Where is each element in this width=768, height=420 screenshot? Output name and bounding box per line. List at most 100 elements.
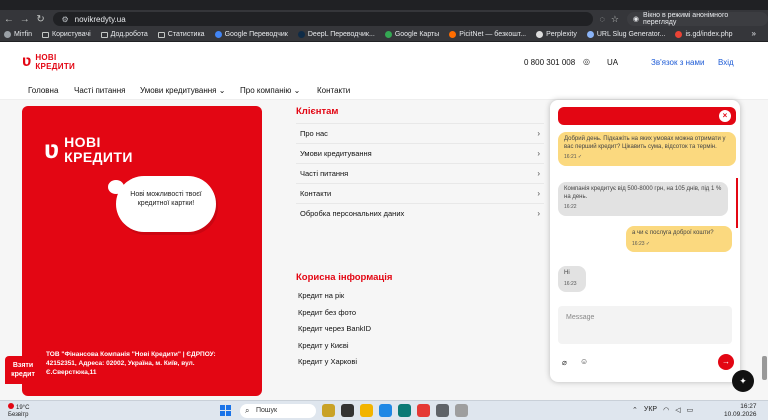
bookmark-item[interactable]: is.gd/index.php xyxy=(675,31,733,38)
chat-message: Hi 16:23 xyxy=(558,266,586,292)
weather-widget[interactable]: 19°C Безвітр xyxy=(8,403,29,419)
incognito-icon: ◉ xyxy=(632,16,640,23)
take-credit-button[interactable]: Взяти кредит xyxy=(5,356,41,384)
chevron-right-icon: › xyxy=(537,129,540,138)
chat-message: а чи є послуга доброї кошти? 16:23 ✓ xyxy=(626,226,732,252)
nav-contacts[interactable]: Контакти xyxy=(317,86,350,95)
send-button[interactable]: → xyxy=(718,354,734,370)
chat-message: Компанія кредитує від 500-8000 грн, на 1… xyxy=(558,182,728,216)
windows-start-icon[interactable] xyxy=(220,405,231,416)
windows-taskbar: 19°C Безвітр ⌕ Пошук ⌃ УКР ◠ ◁ ▭ 16:27 10… xyxy=(0,400,768,420)
chrome-icon[interactable] xyxy=(436,404,449,417)
task-view-icon[interactable] xyxy=(341,404,354,417)
app-icon[interactable] xyxy=(455,404,468,417)
nav-credit-terms[interactable]: Умови кредитування ⌄ xyxy=(140,86,225,95)
widgets-icon[interactable] xyxy=(322,404,335,417)
address-bar[interactable]: ⚙ novikredyty.ua xyxy=(53,12,594,26)
useful-link[interactable]: Кредит без фото xyxy=(296,308,544,325)
bookmark-item[interactable]: Google Карты xyxy=(384,31,439,38)
wifi-icon[interactable]: ◠ xyxy=(663,406,669,414)
back-icon[interactable]: ← xyxy=(2,12,16,26)
nav-home[interactable]: Головна xyxy=(28,86,58,95)
useful-link[interactable]: Кредит через BankID xyxy=(296,324,544,341)
footer-menu-item[interactable]: Про нас › xyxy=(296,123,544,143)
bookmarks-bar: Мітfin Користувачі Дод.робота Статистика… xyxy=(0,28,768,42)
bookmark-item[interactable]: Дод.робота xyxy=(100,31,148,38)
bookmark-item[interactable]: DeepL Переводчик... xyxy=(297,31,375,38)
star-icon[interactable]: ☆ xyxy=(611,14,619,25)
speech-cloud: Нові можливості твоєї кредитної картки! xyxy=(108,176,216,232)
bookmark-item[interactable]: Google Переводчик xyxy=(214,31,288,38)
bookmark-item[interactable]: Користувачі xyxy=(42,31,91,38)
eye-off-icon[interactable]: ◌ xyxy=(599,14,604,24)
useful-link[interactable]: Кредит у Харкові xyxy=(296,357,544,374)
chevron-right-icon: › xyxy=(537,169,540,178)
useful-link[interactable]: Кредит у Києві xyxy=(296,341,544,358)
bookmark-item[interactable]: Мітfin xyxy=(4,31,32,38)
chat-scrollbar[interactable] xyxy=(736,178,738,228)
nav-about[interactable]: Про компанію ⌄ xyxy=(240,86,300,95)
app-icon[interactable] xyxy=(398,404,411,417)
main-nav: Головна Часті питання Умови кредитування… xyxy=(0,82,768,100)
chevron-right-icon: › xyxy=(537,189,540,198)
company-info: ТОВ "Фінансова Компанія "Нові Кредити" |… xyxy=(46,351,216,376)
clients-title: Клієнтам xyxy=(296,106,339,117)
browser-tab-strip xyxy=(0,0,768,10)
bookmark-item[interactable]: PicitNet — безкошт... xyxy=(449,31,526,38)
forward-icon[interactable]: → xyxy=(18,12,32,26)
tray-chevron-icon[interactable]: ⌃ xyxy=(632,406,638,414)
folder-icon xyxy=(157,31,165,38)
url-text: novikredyty.ua xyxy=(74,14,126,24)
isgd-icon xyxy=(675,31,683,38)
chat-widget: × Добрий день. Підкажіть на яких умовах … xyxy=(550,100,740,382)
nav-faq[interactable]: Часті питання xyxy=(74,86,125,95)
footer-menu-item[interactable]: Контакти › xyxy=(296,183,544,203)
deepl-icon xyxy=(297,31,305,38)
perplexity-icon xyxy=(536,31,544,38)
contact-us-link[interactable]: Зв'язок з нами xyxy=(651,58,704,67)
useful-info-column: Корисна інформація Кредит на рік Кредит … xyxy=(296,272,544,374)
edge-icon[interactable] xyxy=(379,404,392,417)
logo[interactable]: ʋ НОВІ КРЕДИТИ xyxy=(22,53,75,71)
file-explorer-icon[interactable] xyxy=(360,404,373,417)
app-icon[interactable] xyxy=(417,404,430,417)
footer-menu-item[interactable]: Умови кредитування › xyxy=(296,143,544,163)
language-indicator[interactable]: УКР xyxy=(644,406,657,414)
useful-link[interactable]: Кредит на рік xyxy=(296,291,544,308)
slug-icon xyxy=(586,31,594,38)
language-switch[interactable]: UA xyxy=(607,58,618,67)
chat-message: Добрий день. Підкажіть на яких умовах мо… xyxy=(558,132,736,166)
phone-number[interactable]: 0 800 301 008 xyxy=(524,58,575,67)
page-scrollbar[interactable] xyxy=(762,356,767,380)
footer-menu-item[interactable]: Часті питання › xyxy=(296,163,544,183)
bookmark-item[interactable]: URL Slug Generator... xyxy=(586,31,665,38)
chat-header: × xyxy=(558,107,736,125)
message-input[interactable]: Message xyxy=(558,306,732,344)
bookmark-item[interactable]: Статистика xyxy=(157,31,205,38)
emoji-icon[interactable]: ☺ xyxy=(580,357,588,366)
taskbar-search[interactable]: ⌕ Пошук xyxy=(240,404,316,418)
logo-mark-icon: ʋ xyxy=(44,134,60,164)
battery-icon[interactable]: ▭ xyxy=(687,406,694,414)
weather-badge-icon xyxy=(8,403,14,409)
site-header: ʋ НОВІ КРЕДИТИ 0 800 301 008 ◎ UA Зв'язок… xyxy=(0,42,768,82)
folder-icon xyxy=(42,31,49,38)
reload-icon[interactable]: ↻ xyxy=(34,12,48,26)
footer-menu-item[interactable]: Обробка персональних даних › xyxy=(296,203,544,223)
folder-icon xyxy=(100,31,108,38)
bookmarks-overflow-icon[interactable]: » xyxy=(752,29,756,38)
cloud-text: Нові можливості твоєї кредитної картки! xyxy=(130,191,202,207)
logo-mark-icon: ʋ xyxy=(22,53,32,70)
taskbar-clock[interactable]: 16:27 10.09.2026 xyxy=(724,403,757,419)
taskbar-apps xyxy=(322,404,468,417)
chat-toggle-button[interactable]: ✦ xyxy=(732,370,754,392)
incognito-indicator[interactable]: ◉ Вікно в режимі анонімного перегляду xyxy=(626,12,768,26)
login-link[interactable]: Вхід xyxy=(718,58,734,67)
accessibility-eye-icon[interactable]: ◎ xyxy=(583,57,590,66)
bookmark-item[interactable]: Perplexity xyxy=(536,31,577,38)
attach-icon[interactable]: ⌀ xyxy=(562,358,567,367)
card-logo: ʋ НОВІ КРЕДИТИ xyxy=(44,133,133,165)
volume-icon[interactable]: ◁ xyxy=(675,406,680,414)
close-icon[interactable]: × xyxy=(719,110,731,122)
site-info-icon[interactable]: ⚙ xyxy=(61,15,68,24)
